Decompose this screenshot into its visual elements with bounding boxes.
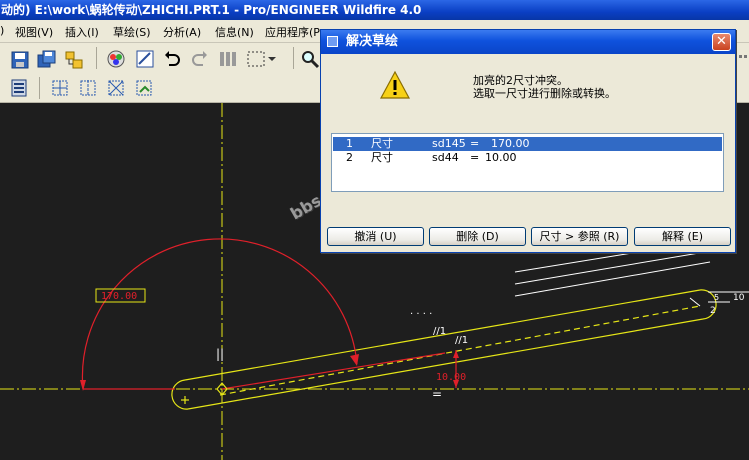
dim-10-label: 10.00 bbox=[436, 372, 466, 383]
datum-points-icon[interactable] bbox=[106, 78, 126, 98]
parallel-constraint-1: //1 bbox=[433, 326, 446, 337]
zoom-icon[interactable] bbox=[300, 49, 320, 69]
menu-item-sketch[interactable]: 草绘(S) bbox=[113, 24, 151, 40]
toolbar-separator bbox=[293, 47, 294, 69]
conflict-list[interactable]: 1 尺寸 sd145 = 170.00 2 尺寸 sd44 = 10.00 bbox=[331, 133, 724, 192]
datum-axes-icon[interactable] bbox=[78, 78, 98, 98]
dialog-window-icon bbox=[327, 36, 338, 47]
angular-dimension-arc bbox=[81, 238, 358, 390]
redo-icon[interactable] bbox=[190, 49, 210, 69]
toolbar-separator bbox=[39, 77, 40, 99]
datum-planes-icon[interactable] bbox=[50, 78, 70, 98]
list-item[interactable]: 1 尺寸 sd145 = 170.00 bbox=[333, 137, 722, 151]
window-title-bar: 动的) E:\work\蜗轮传动\ZHICHI.PRT.1 - Pro/ENGI… bbox=[0, 0, 749, 20]
dim-170-label: 170.00 bbox=[101, 291, 137, 302]
horizontal-constraint-symbol: = bbox=[432, 387, 442, 401]
chevron-down-icon[interactable] bbox=[268, 55, 276, 63]
vertical-constraint-symbol: || bbox=[216, 347, 224, 361]
regenerate-icon[interactable] bbox=[218, 49, 238, 69]
dim-to-reference-button[interactable]: 尺寸 > 参照 (R) bbox=[531, 227, 628, 246]
dialog-title: 解决草绘 bbox=[346, 34, 399, 49]
dots-marker: . . . . bbox=[410, 306, 432, 317]
menu-item-edit[interactable]: ) bbox=[0, 24, 4, 37]
row-value: 170.00 bbox=[491, 137, 530, 150]
dialog-message-line-2: 选取一尺寸进行删除或转换。 bbox=[473, 87, 616, 100]
slot-outline bbox=[171, 289, 717, 410]
row-eq: = bbox=[470, 137, 480, 150]
row-type: 尺寸 bbox=[371, 151, 393, 164]
dialog-message: 加亮的2尺寸冲突。 选取一尺寸进行删除或转换。 bbox=[473, 74, 616, 100]
row-value: 10.00 bbox=[485, 151, 517, 164]
row-eq: = bbox=[470, 151, 480, 164]
layer-display-icon[interactable] bbox=[10, 78, 30, 98]
menu-item-applications[interactable]: 应用程序(P bbox=[265, 24, 320, 40]
window-title: 动的) E:\work\蜗轮传动\ZHICHI.PRT.1 - Pro/ENGI… bbox=[1, 3, 422, 17]
sketch-view-icon[interactable] bbox=[135, 49, 155, 69]
row-index: 2 bbox=[346, 151, 353, 164]
delete-button[interactable]: 删除 (D) bbox=[429, 227, 526, 246]
row-name: sd145 bbox=[432, 137, 466, 150]
parallel-constraint-2: //1 bbox=[455, 335, 468, 346]
menu-item-insert[interactable]: 插入(I) bbox=[65, 24, 99, 40]
menu-item-info[interactable]: 信息(N) bbox=[215, 24, 254, 40]
row-type: 尺寸 bbox=[371, 137, 393, 150]
warning-icon bbox=[379, 70, 411, 99]
save-copy-icon[interactable] bbox=[37, 50, 57, 70]
dialog-title-bar[interactable]: 解决草绘 ✕ bbox=[321, 30, 735, 54]
model-tree-icon[interactable] bbox=[64, 50, 84, 70]
save-icon[interactable] bbox=[10, 50, 30, 70]
explain-button[interactable]: 解释 (E) bbox=[634, 227, 731, 246]
dialog-message-line-1: 加亮的2尺寸冲突。 bbox=[473, 74, 568, 87]
small-dim-5: 5 bbox=[714, 293, 719, 302]
small-dim-10: 10 bbox=[733, 293, 745, 303]
menu-item-view[interactable]: 视图(V) bbox=[15, 24, 53, 40]
row-name: sd44 bbox=[432, 151, 459, 164]
small-mark-2: 2 bbox=[710, 306, 716, 316]
center-point-marker bbox=[181, 396, 189, 404]
arc-arrowhead bbox=[350, 354, 359, 366]
undo-icon[interactable] bbox=[162, 49, 182, 69]
row-index: 1 bbox=[346, 137, 353, 150]
toolbar-grip-icon bbox=[739, 55, 747, 58]
selection-box-icon[interactable] bbox=[246, 49, 266, 69]
appearance-icon[interactable] bbox=[106, 49, 126, 69]
coordinate-system-icon[interactable] bbox=[134, 78, 154, 98]
list-item[interactable]: 2 尺寸 sd44 = 10.00 bbox=[333, 151, 722, 165]
toolbar-separator bbox=[96, 47, 97, 69]
menu-item-analysis[interactable]: 分析(A) bbox=[163, 24, 201, 40]
undo-button[interactable]: 撤消 (U) bbox=[327, 227, 424, 246]
resolve-sketch-dialog: 解决草绘 ✕ 加亮的2尺寸冲突。 选取一尺寸进行删除或转换。 1 尺寸 sd14… bbox=[320, 29, 736, 253]
close-button[interactable]: ✕ bbox=[712, 33, 731, 51]
